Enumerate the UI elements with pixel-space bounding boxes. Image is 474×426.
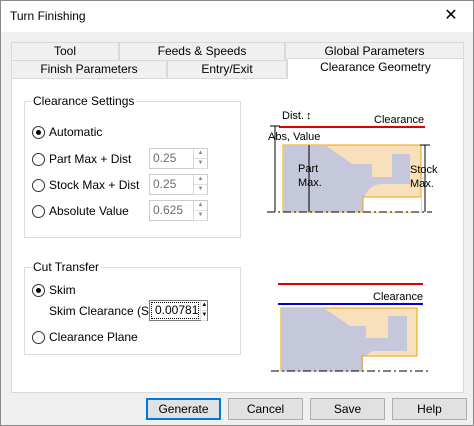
stock-max-dist-input[interactable]: 0.25 ▲ ▼ bbox=[149, 174, 208, 195]
radio-button[interactable] bbox=[32, 204, 45, 218]
radio-automatic[interactable]: Automatic bbox=[32, 125, 102, 139]
cancel-button[interactable]: Cancel bbox=[228, 398, 303, 420]
radio-button[interactable] bbox=[32, 152, 45, 166]
group-title: Clearance Settings bbox=[31, 94, 137, 108]
skim-clearance-label: Skim Clearance (S) bbox=[49, 304, 154, 318]
part-max-dist-input[interactable]: 0.25 ▲ ▼ bbox=[149, 148, 208, 169]
radio-label: Stock Max + Dist bbox=[49, 178, 140, 192]
skim-clearance-input[interactable]: 0.00781 ▲ ▼ bbox=[149, 300, 208, 321]
part-max-label: Max. bbox=[298, 177, 322, 189]
spin-up-icon[interactable]: ▲ bbox=[201, 301, 208, 311]
spin-up-icon[interactable]: ▲ bbox=[194, 175, 207, 185]
save-button[interactable]: Save bbox=[310, 398, 385, 420]
spin-up-icon[interactable]: ▲ bbox=[194, 201, 207, 211]
skim-diagram: Clearance bbox=[271, 283, 428, 372]
title-bar: Turn Finishing ✕ bbox=[1, 1, 473, 32]
value: 0.25 bbox=[153, 151, 177, 165]
radio-clearance-plane[interactable]: Clearance Plane bbox=[32, 330, 138, 344]
radio-button[interactable] bbox=[32, 283, 45, 297]
radio-stock-max-dist[interactable]: Stock Max + Dist bbox=[32, 178, 139, 192]
radio-label: Automatic bbox=[49, 125, 103, 139]
radio-button[interactable] bbox=[32, 330, 45, 344]
absolute-value-input[interactable]: 0.625 ▲ ▼ bbox=[149, 200, 208, 221]
spin-down-icon[interactable]: ▼ bbox=[194, 211, 207, 221]
stock-max-label: Stock bbox=[410, 164, 438, 176]
tab-entry-exit[interactable]: Entry/Exit bbox=[167, 60, 287, 78]
value: 0.25 bbox=[153, 177, 177, 191]
radio-label: Skim bbox=[49, 283, 76, 297]
radio-label: Part Max + Dist bbox=[49, 152, 132, 166]
help-button[interactable]: Help bbox=[392, 398, 467, 420]
window-title: Turn Finishing bbox=[10, 9, 86, 23]
close-icon[interactable]: ✕ bbox=[429, 1, 473, 32]
spin-up-icon[interactable]: ▲ bbox=[194, 149, 207, 159]
radio-label: Clearance Plane bbox=[49, 330, 138, 344]
radio-button[interactable] bbox=[32, 125, 45, 139]
tab-label: Entry/Exit bbox=[201, 62, 253, 76]
radio-absolute-value[interactable]: Absolute Value bbox=[32, 204, 129, 218]
clearance-geometry-diagram: Dist. ↕ Clearance Abs, Value Part Max. S… bbox=[267, 110, 438, 213]
tab-label: Finish Parameters bbox=[40, 62, 138, 76]
value: 0.00781 bbox=[151, 302, 200, 319]
clearance-label: Clearance bbox=[374, 114, 424, 126]
tab-panel: Clearance Settings Automatic Part Max + … bbox=[11, 78, 464, 393]
tab-clearance-geometry[interactable]: Clearance Geometry bbox=[287, 58, 464, 79]
tab-label: Clearance Geometry bbox=[320, 60, 431, 74]
cut-transfer-group: Cut Transfer Skim Skim Clearance (S) 0.0… bbox=[24, 260, 241, 355]
dist-label: Dist. bbox=[282, 110, 304, 122]
value: 0.625 bbox=[153, 203, 184, 217]
tab-finish-parameters[interactable]: Finish Parameters bbox=[11, 60, 167, 78]
tab-tool[interactable]: Tool bbox=[11, 42, 119, 60]
stock-max-label: Max. bbox=[410, 178, 434, 190]
radio-part-max-dist[interactable]: Part Max + Dist bbox=[32, 152, 131, 166]
tab-label: Tool bbox=[53, 44, 76, 58]
spin-down-icon[interactable]: ▼ bbox=[194, 185, 207, 195]
tab-label: Feeds & Speeds bbox=[157, 44, 247, 58]
abs-value-label: Abs, Value bbox=[268, 131, 320, 143]
tab-label: Global Parameters bbox=[324, 44, 425, 58]
radio-label: Absolute Value bbox=[49, 204, 129, 218]
dist-arrow-icon: ↕ bbox=[306, 110, 312, 122]
generate-button[interactable]: Generate bbox=[146, 398, 221, 420]
radio-button[interactable] bbox=[32, 178, 45, 192]
dialog-window: Turn Finishing ✕ Tool Feeds & Speeds Glo… bbox=[0, 0, 474, 426]
part-max-label: Part bbox=[298, 163, 318, 175]
spin-down-icon[interactable]: ▼ bbox=[194, 159, 207, 169]
clearance-settings-group: Clearance Settings Automatic Part Max + … bbox=[24, 94, 241, 238]
tab-feeds-speeds[interactable]: Feeds & Speeds bbox=[119, 42, 285, 60]
spin-down-icon[interactable]: ▼ bbox=[201, 311, 208, 321]
clearance-label: Clearance bbox=[373, 291, 423, 303]
radio-skim[interactable]: Skim bbox=[32, 283, 76, 297]
group-title: Cut Transfer bbox=[31, 260, 102, 274]
